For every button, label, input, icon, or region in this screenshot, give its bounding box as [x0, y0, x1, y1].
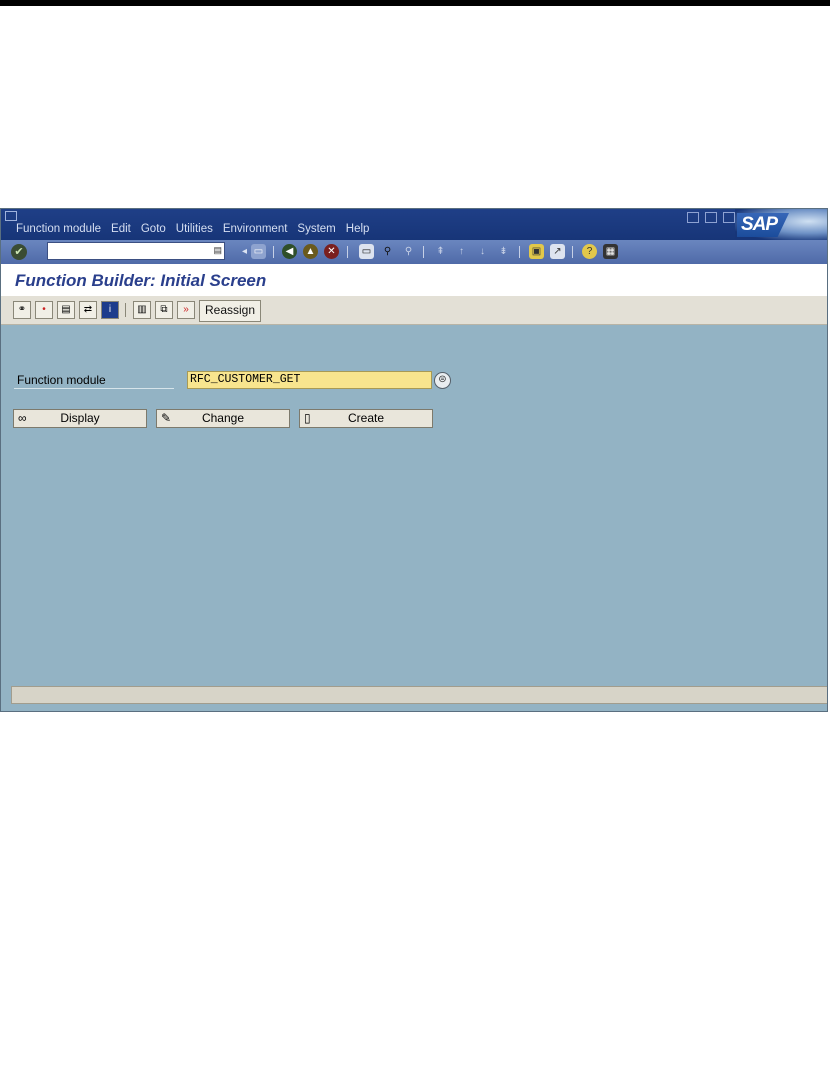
menu-goto[interactable]: Goto [136, 223, 171, 235]
menu-environment[interactable]: Environment [218, 223, 293, 235]
find-next-icon[interactable]: ⚲ [401, 244, 416, 259]
delete-icon[interactable]: ▥ [133, 301, 151, 319]
exit-icon[interactable]: ▲ [303, 244, 318, 259]
print-icon[interactable]: ▭ [359, 244, 374, 259]
display-button[interactable]: ∞ Display [13, 409, 147, 428]
find-icon[interactable]: ⚲ [380, 244, 395, 259]
command-field[interactable]: ▤ [47, 242, 225, 260]
menu-help[interactable]: Help [341, 223, 375, 235]
toolbar-separator [572, 246, 573, 258]
copy-icon[interactable]: ⧉ [155, 301, 173, 319]
toolbar-separator [519, 246, 520, 258]
history-back-icon[interactable]: ◂ [237, 244, 252, 259]
menu-utilities[interactable]: Utilities [171, 223, 218, 235]
change-button[interactable]: ✎ Change [156, 409, 290, 428]
close-window-icon[interactable] [723, 212, 735, 223]
enter-icon[interactable]: ✔ [11, 244, 27, 260]
menu-function-module[interactable]: Function module [11, 223, 106, 235]
title-bar: Function Builder: Initial Screen [1, 264, 827, 296]
last-page-icon[interactable]: ⇟ [496, 244, 511, 259]
sap-logo: SAP [735, 209, 827, 240]
test-icon[interactable]: ⇄ [79, 301, 97, 319]
toolbar-separator [423, 246, 424, 258]
info-icon[interactable]: i [101, 301, 119, 319]
command-history-icon[interactable]: ▤ [213, 245, 222, 256]
menu-system[interactable]: System [292, 223, 340, 235]
value-help-icon[interactable]: ⊜ [434, 372, 451, 389]
activate-icon[interactable]: ▤ [57, 301, 75, 319]
function-module-label: Function module [14, 371, 174, 389]
next-page-icon[interactable]: ↓ [475, 244, 490, 259]
create-button[interactable]: ▯ Create [299, 409, 433, 428]
toolbar-separator [347, 246, 348, 258]
page-title: Function Builder: Initial Screen [15, 271, 267, 290]
cancel-icon[interactable]: ✕ [324, 244, 339, 259]
sap-window: Function module Edit Goto Utilities Envi… [0, 208, 828, 712]
create-button-label: Create [347, 411, 385, 425]
application-toolbar: ⚭ • ▤ ⇄ i ▥ ⧉ » Reassign [1, 296, 827, 325]
save-icon[interactable]: ▭ [251, 244, 266, 259]
menu-bar: Function module Edit Goto Utilities Envi… [1, 209, 827, 240]
maximize-icon[interactable] [705, 212, 717, 223]
system-menu-icon[interactable] [5, 211, 17, 221]
change-button-label: Change [201, 411, 245, 425]
first-page-icon[interactable]: ⇞ [433, 244, 448, 259]
menu-items: Function module Edit Goto Utilities Envi… [11, 223, 374, 235]
page-top-rule [0, 0, 830, 6]
create-session-icon[interactable]: ▣ [529, 244, 544, 259]
minimize-icon[interactable] [687, 212, 699, 223]
toolbar-separator [125, 303, 126, 317]
layout-menu-icon[interactable]: ▦ [603, 244, 618, 259]
function-module-input[interactable]: RFC_CUSTOMER_GET [187, 371, 432, 389]
menu-edit[interactable]: Edit [106, 223, 136, 235]
rename-icon[interactable]: » [177, 301, 195, 319]
previous-page-icon[interactable]: ↑ [454, 244, 469, 259]
sap-logo-text: SAP [741, 214, 778, 235]
status-bar [11, 686, 827, 704]
check-icon[interactable]: • [35, 301, 53, 319]
help-icon[interactable]: ? [582, 244, 597, 259]
where-used-icon[interactable]: ⚭ [13, 301, 31, 319]
reassign-button[interactable]: Reassign [199, 300, 262, 322]
toolbar-separator [273, 246, 274, 258]
shortcut-icon[interactable]: ↗ [550, 244, 565, 259]
standard-toolbar: ✔ ▤ ◂ ▭ ◀ ▲ ✕ ▭ ⚲ ⚲ ⇞ ↑ ↓ ⇟ ▣ ↗ ? ▦ [1, 240, 827, 264]
back-icon[interactable]: ◀ [282, 244, 297, 259]
display-button-label: Display [60, 411, 100, 425]
